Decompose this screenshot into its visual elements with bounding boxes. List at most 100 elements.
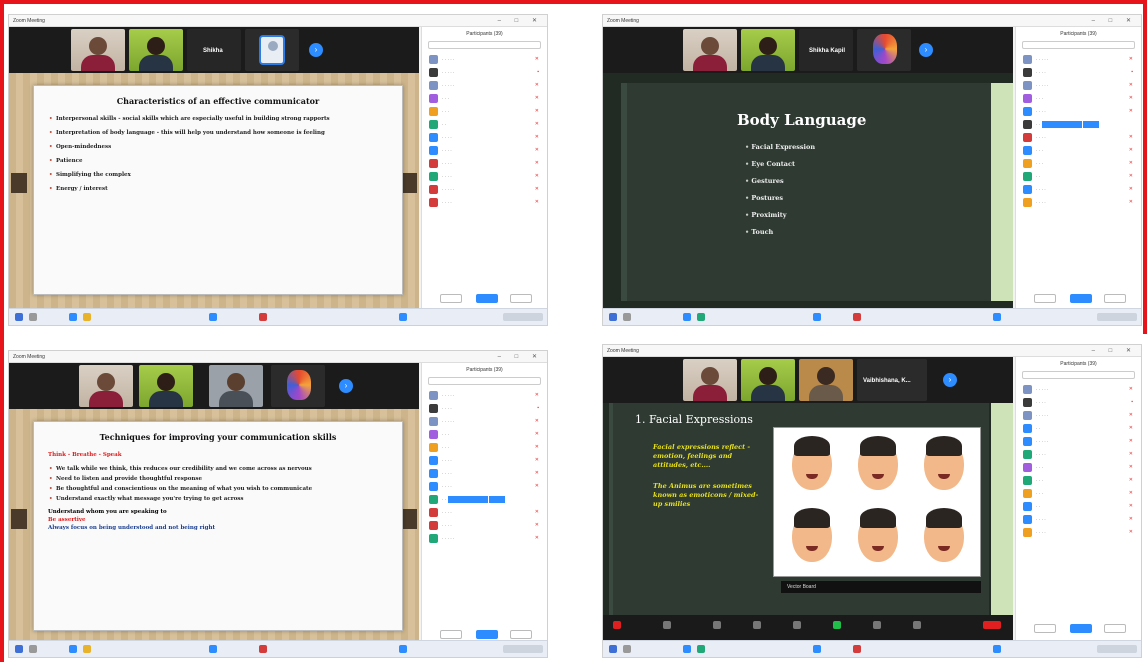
video-tile[interactable] bbox=[129, 29, 183, 71]
zoom-app-icon[interactable] bbox=[209, 645, 217, 653]
window-controls[interactable]: ‒ □ ✕ bbox=[498, 15, 543, 27]
slide-next-handle[interactable] bbox=[401, 173, 417, 193]
video-tile[interactable]: Vaibhishana, K... bbox=[857, 359, 927, 401]
slide-prev-handle[interactable] bbox=[11, 509, 27, 529]
zoom-icon[interactable]: › bbox=[919, 43, 933, 57]
more-button[interactable] bbox=[1104, 294, 1126, 303]
mute-all-button[interactable] bbox=[476, 630, 498, 639]
participant-row[interactable]: · · · ✕ bbox=[422, 92, 547, 105]
participant-row[interactable]: · · · · ✕ bbox=[422, 454, 547, 467]
participant-row[interactable]: · · · · ✕ bbox=[422, 170, 547, 183]
participant-row[interactable]: · · · · ✕ bbox=[422, 480, 547, 493]
start-icon[interactable] bbox=[609, 645, 617, 653]
participant-row[interactable]: · · · · ✕ bbox=[1016, 196, 1141, 209]
participants-icon[interactable] bbox=[753, 621, 761, 629]
video-tile[interactable] bbox=[139, 365, 193, 407]
participant-row[interactable]: · · · · ▪ bbox=[422, 402, 547, 415]
app-icon[interactable] bbox=[683, 313, 691, 321]
participant-row[interactable]: · · · · · ✕ bbox=[1016, 79, 1141, 92]
start-icon[interactable] bbox=[15, 313, 23, 321]
chat-icon[interactable] bbox=[793, 621, 801, 629]
participant-row[interactable]: · · · · · ✕ bbox=[422, 53, 547, 66]
participant-row[interactable]: · · · · ✕ bbox=[422, 144, 547, 157]
participant-row[interactable]: · · · · · ✕ bbox=[422, 389, 547, 402]
participant-row[interactable]: · · ✕ bbox=[422, 118, 547, 131]
mute-all-button[interactable] bbox=[476, 294, 498, 303]
app-icon[interactable] bbox=[853, 313, 861, 321]
participant-row[interactable]: · · · · ✕ bbox=[1016, 526, 1141, 539]
video-tile[interactable] bbox=[245, 29, 299, 71]
participant-row[interactable]: · · · · ✕ bbox=[422, 506, 547, 519]
participant-row[interactable]: · · · · · ✕ bbox=[1016, 53, 1141, 66]
participant-row[interactable]: · · · ✕ bbox=[1016, 487, 1141, 500]
folder-icon[interactable] bbox=[83, 313, 91, 321]
app-icon[interactable] bbox=[993, 313, 1001, 321]
participant-row[interactable]: · · · · ✕ bbox=[422, 196, 547, 209]
more-button[interactable] bbox=[1104, 624, 1126, 633]
video-tile[interactable] bbox=[741, 29, 795, 71]
video-tile[interactable] bbox=[857, 29, 911, 71]
video-tile[interactable] bbox=[683, 359, 737, 401]
end-meeting-button[interactable] bbox=[983, 621, 1001, 629]
participant-row[interactable]: · · · · ✕ bbox=[1016, 448, 1141, 461]
zoom-icon[interactable]: › bbox=[309, 43, 323, 57]
participant-row[interactable]: · · · ✕ bbox=[1016, 157, 1141, 170]
app-icon[interactable] bbox=[697, 645, 705, 653]
zoom-icon[interactable]: › bbox=[339, 379, 353, 393]
app-icon[interactable] bbox=[853, 645, 861, 653]
participant-row[interactable]: · · · · · ✕ bbox=[1016, 435, 1141, 448]
participant-row[interactable]: · · bbox=[1016, 118, 1141, 131]
participant-row[interactable]: · · · · · ✕ bbox=[1016, 409, 1141, 422]
search-icon[interactable] bbox=[623, 313, 631, 321]
security-icon[interactable] bbox=[713, 621, 721, 629]
participant-row[interactable]: · · ✕ bbox=[1016, 422, 1141, 435]
participant-search-input[interactable] bbox=[428, 377, 541, 385]
video-tile[interactable] bbox=[271, 365, 325, 407]
participant-search-input[interactable] bbox=[1022, 41, 1135, 49]
slide-next-handle[interactable] bbox=[401, 509, 417, 529]
participant-row[interactable]: · · · · · ✕ bbox=[422, 532, 547, 545]
participant-row[interactable]: · · · · ✕ bbox=[1016, 183, 1141, 196]
window-controls[interactable]: ‒ □ ✕ bbox=[1092, 15, 1137, 27]
participant-row[interactable]: · · ✕ bbox=[1016, 170, 1141, 183]
video-tile[interactable]: Shikha Kapil bbox=[799, 29, 853, 71]
participant-row[interactable]: · · · · ✕ bbox=[1016, 131, 1141, 144]
folder-icon[interactable] bbox=[83, 645, 91, 653]
window-controls[interactable]: ‒ □ ✕ bbox=[498, 351, 543, 363]
slide-prev-handle[interactable] bbox=[11, 173, 27, 193]
app-icon[interactable] bbox=[69, 645, 77, 653]
participant-row[interactable]: · · · ✕ bbox=[1016, 461, 1141, 474]
invite-button[interactable] bbox=[1034, 294, 1056, 303]
video-tile[interactable]: Shikha bbox=[187, 29, 241, 71]
app-icon[interactable] bbox=[993, 645, 1001, 653]
video-tile[interactable] bbox=[683, 29, 737, 71]
participant-row[interactable]: · · · ✕ bbox=[422, 105, 547, 118]
reactions-icon[interactable] bbox=[913, 621, 921, 629]
participant-row[interactable]: · · · ✕ bbox=[1016, 474, 1141, 487]
window-controls[interactable]: ‒ □ ✕ bbox=[1092, 345, 1137, 357]
start-icon[interactable] bbox=[609, 313, 617, 321]
app-icon[interactable] bbox=[683, 645, 691, 653]
search-icon[interactable] bbox=[623, 645, 631, 653]
video-tile[interactable] bbox=[209, 365, 263, 407]
participant-row[interactable]: · · · · ▪ bbox=[1016, 396, 1141, 409]
participant-search-input[interactable] bbox=[428, 41, 541, 49]
participant-row[interactable]: · · · ✕ bbox=[1016, 92, 1141, 105]
more-button[interactable] bbox=[510, 630, 532, 639]
share-screen-icon[interactable] bbox=[833, 621, 841, 629]
video-tile[interactable] bbox=[741, 359, 795, 401]
participant-row[interactable]: · · · · ✕ bbox=[422, 519, 547, 532]
participant-row[interactable]: · · · · · ✕ bbox=[1016, 383, 1141, 396]
more-button[interactable] bbox=[510, 294, 532, 303]
app-icon[interactable] bbox=[69, 313, 77, 321]
start-icon[interactable] bbox=[15, 645, 23, 653]
zoom-icon[interactable]: › bbox=[943, 373, 957, 387]
participant-row[interactable]: · · · · ✕ bbox=[1016, 105, 1141, 118]
participant-search-input[interactable] bbox=[1022, 371, 1135, 379]
video-tile[interactable] bbox=[71, 29, 125, 71]
app-icon[interactable] bbox=[259, 313, 267, 321]
app-icon[interactable] bbox=[399, 313, 407, 321]
participant-row[interactable]: · · · · ✕ bbox=[422, 131, 547, 144]
participant-row[interactable]: · · · · · ✕ bbox=[422, 79, 547, 92]
video-tile[interactable] bbox=[79, 365, 133, 407]
